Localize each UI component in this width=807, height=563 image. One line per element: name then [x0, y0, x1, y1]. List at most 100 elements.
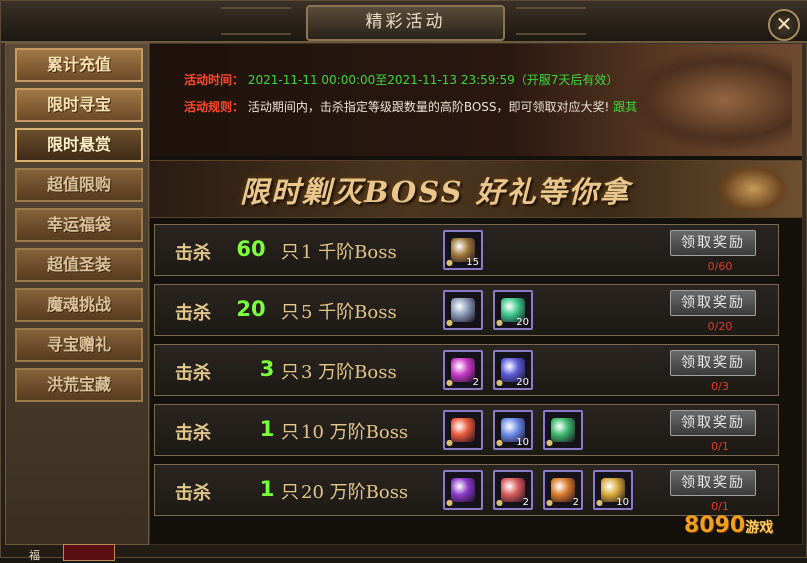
time-row: 活动时间： 2021-11-11 00:00:00至2021-11-13 23:… [184, 71, 618, 88]
rainbow-orb-icon[interactable]: ● [443, 410, 483, 450]
unit-label: 只 [281, 302, 299, 323]
task-row: 击杀 20 只 5 千阶Boss 领取奖励 0/20 ● ● 20 [154, 284, 779, 336]
boss-level: 3 万阶Boss [301, 362, 397, 383]
activity-window: 精彩活动 ✕ 累计充值限时寻宝限时悬赏超值限购幸运福袋超值圣装魔魂挑战寻宝赠礼洪… [0, 0, 807, 562]
footer-label: 福 [29, 549, 40, 562]
reward-quantity: 20 [516, 377, 529, 388]
reward-quantity: 2 [572, 497, 579, 508]
kill-count: 60 [236, 237, 266, 261]
rule-row: 活动规则： 活动期间内，击杀指定等级跟数量的高阶BOSS，即可领取对应大奖! 跟… [184, 98, 637, 115]
bound-lock-icon: ● [446, 378, 453, 387]
bound-lock-icon: ● [496, 438, 503, 447]
title-bar: 精彩活动 ✕ [1, 1, 807, 43]
reward-quantity: 15 [466, 257, 479, 268]
close-icon[interactable]: ✕ [768, 9, 800, 41]
sidebar: 累计充值限时寻宝限时悬赏超值限购幸运福袋超值圣装魔魂挑战寻宝赠礼洪荒宝藏 [5, 43, 149, 545]
sidebar-item-0[interactable]: 累计充值 [15, 48, 143, 82]
claim-reward-button[interactable]: 领取奖励 [670, 470, 756, 496]
divine-coin-icon[interactable]: ● 10 [593, 470, 633, 510]
reward-quantity: 2 [522, 497, 529, 508]
promo-banner: 限时剿灭BOSS 好礼等你拿 [150, 160, 802, 218]
silver-disc-icon[interactable]: ● [443, 290, 483, 330]
task-row: 击杀 1 只 20 万阶Boss 领取奖励 0/1 ● ● 2 ● 2 ● 10 [154, 464, 779, 516]
claim-reward-button[interactable]: 领取奖励 [670, 230, 756, 256]
claim-progress: 0/1 [711, 500, 729, 513]
unit-label: 只 [281, 362, 299, 383]
reward-gem [551, 478, 575, 502]
unit-label: 只 [281, 242, 299, 263]
bound-lock-icon: ● [546, 498, 553, 507]
reward-gem [451, 358, 475, 382]
footer-button[interactable] [63, 544, 115, 561]
reward-gem [451, 298, 475, 322]
task-row: 击杀 3 只 3 万阶Boss 领取奖励 0/3 ● 2 ● 20 [154, 344, 779, 396]
purple-chest-icon[interactable]: ● [443, 470, 483, 510]
title-ornament-left [221, 7, 291, 35]
dragon-artwork [622, 50, 792, 150]
unit-label: 只 [281, 482, 299, 503]
task-row: 击杀 1 只 10 万阶Boss 领取奖励 0/1 ● ● 10 ● [154, 404, 779, 456]
kill-count: 20 [236, 297, 266, 321]
activity-info: 活动时间： 2021-11-11 00:00:00至2021-11-13 23:… [150, 44, 802, 156]
orange-orb-icon[interactable]: ● 2 [543, 470, 583, 510]
watermark-sub: 游戏 [745, 520, 774, 536]
bound-lock-icon: ● [496, 318, 503, 327]
banner-text: 限时剿灭BOSS 好礼等你拿 [240, 175, 631, 209]
sidebar-item-6[interactable]: 魔魂挑战 [15, 288, 143, 322]
bound-lock-icon: ● [546, 438, 553, 447]
bound-lock-icon: ● [446, 258, 453, 267]
kill-label: 击杀 [175, 243, 211, 264]
boss-level: 5 千阶Boss [301, 302, 397, 323]
reward-quantity: 20 [516, 317, 529, 328]
feather-icon[interactable]: ● 10 [493, 410, 533, 450]
boss-level: 20 万阶Boss [301, 482, 409, 503]
reward-gem [451, 478, 475, 502]
unit-label: 只 [281, 422, 299, 443]
reward-quantity: 10 [616, 497, 629, 508]
bound-lock-icon: ● [446, 438, 453, 447]
bound-lock-icon: ● [446, 498, 453, 507]
title-ornament-right [516, 7, 586, 35]
claim-reward-button[interactable]: 领取奖励 [670, 290, 756, 316]
bound-lock-icon: ● [496, 498, 503, 507]
claim-progress: 0/3 [711, 380, 729, 393]
bound-lock-icon: ● [496, 378, 503, 387]
rule-value: 活动期间内，击杀指定等级跟数量的高阶BOSS，即可领取对应大奖! [247, 100, 610, 114]
claim-progress: 0/60 [707, 260, 733, 273]
rule-label: 活动规则： [184, 100, 245, 114]
main-panel: 活动时间： 2021-11-11 00:00:00至2021-11-13 23:… [149, 43, 803, 545]
boss-level: 10 万阶Boss [301, 422, 409, 443]
bound-lock-icon: ● [596, 498, 603, 507]
kill-label: 击杀 [175, 483, 211, 504]
time-value: 2021-11-11 00:00:00至2021-11-13 23:59:59（… [247, 73, 619, 87]
reward-gem [501, 478, 525, 502]
sidebar-item-2[interactable]: 限时悬赏 [15, 128, 143, 162]
green-crystal-icon[interactable]: ● 20 [493, 290, 533, 330]
claim-progress: 0/1 [711, 440, 729, 453]
boss-level: 1 千阶Boss [301, 242, 397, 263]
claim-progress: 0/20 [707, 320, 733, 333]
watermark-logo: 8090游戏 [684, 513, 773, 538]
sidebar-item-8[interactable]: 洪荒宝藏 [15, 368, 143, 402]
red-crystal-icon[interactable]: ● 2 [493, 470, 533, 510]
task-row: 击杀 60 只 1 千阶Boss 领取奖励 0/60 ● 15 [154, 224, 779, 276]
sidebar-item-5[interactable]: 超值圣装 [15, 248, 143, 282]
dragon-head-icon [718, 165, 788, 213]
kill-label: 击杀 [175, 423, 211, 444]
purple-gem-icon[interactable]: ● 2 [443, 350, 483, 390]
reward-quantity: 10 [516, 437, 529, 448]
sidebar-item-7[interactable]: 寻宝赠礼 [15, 328, 143, 362]
sidebar-item-4[interactable]: 幸运福袋 [15, 208, 143, 242]
claim-reward-button[interactable]: 领取奖励 [670, 350, 756, 376]
kill-label: 击杀 [175, 363, 211, 384]
kill-label: 击杀 [175, 303, 211, 324]
sidebar-item-1[interactable]: 限时寻宝 [15, 88, 143, 122]
claim-reward-button[interactable]: 领取奖励 [670, 410, 756, 436]
sidebar-item-3[interactable]: 超值限购 [15, 168, 143, 202]
rule-link[interactable]: 跟其 [613, 100, 637, 114]
watermark-main: 8090 [684, 513, 746, 538]
reward-gem [451, 418, 475, 442]
blue-crystal-icon[interactable]: ● 20 [493, 350, 533, 390]
emerald-shard-icon[interactable]: ● [543, 410, 583, 450]
treasure-chest-icon[interactable]: ● 15 [443, 230, 483, 270]
